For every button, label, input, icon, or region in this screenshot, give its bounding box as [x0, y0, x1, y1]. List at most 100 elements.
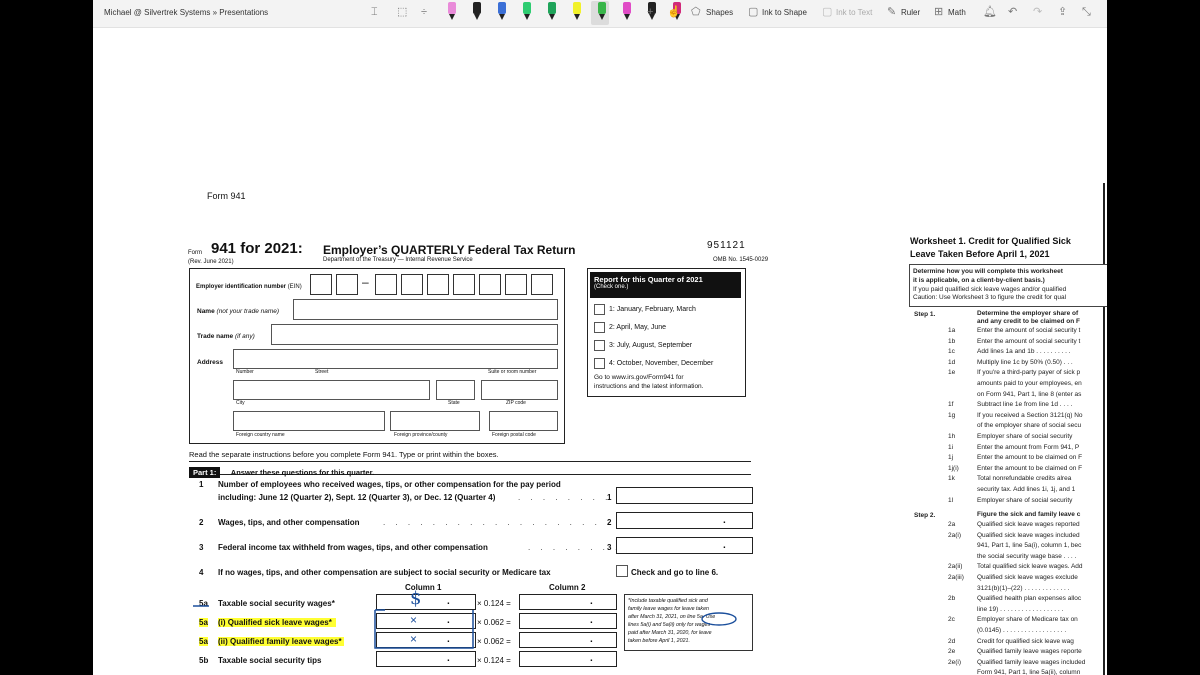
worksheet-line-number: 1j(i): [948, 464, 959, 472]
q4-checkbox[interactable]: [594, 358, 605, 369]
fullscreen-icon[interactable]: ⤡: [1082, 5, 1091, 19]
line1-ref: 1: [607, 493, 612, 502]
ink-to-text-icon[interactable]: ▢: [822, 5, 832, 19]
q3-label: 3: July, August, September: [609, 342, 693, 349]
math-icon[interactable]: ⊞: [934, 5, 943, 19]
line5ai-col2-field[interactable]: .: [519, 613, 617, 629]
trade-name-field[interactable]: [271, 324, 558, 345]
worksheet-line-text: Add lines 1a and 1b . . . . . . . . . .: [977, 348, 1071, 356]
line2-number: 2: [199, 518, 204, 527]
line4-checkbox[interactable]: [616, 565, 628, 577]
pen-tip: [499, 14, 505, 20]
line5ai-rate: × 0.062 =: [477, 618, 511, 627]
worksheet-line-number: 2a(ii): [948, 563, 963, 571]
line5b-col2-field[interactable]: .: [519, 651, 617, 667]
q2-checkbox[interactable]: [594, 322, 605, 333]
q3-checkbox[interactable]: [594, 340, 605, 351]
line1-field[interactable]: [616, 487, 753, 504]
pen-4-icon[interactable]: [523, 2, 531, 20]
zip-field[interactable]: [481, 380, 558, 400]
pen-2-icon[interactable]: [473, 2, 481, 20]
city-field[interactable]: [233, 380, 430, 400]
foreign-province-field[interactable]: [390, 411, 480, 431]
share-icon[interactable]: ⇪: [1058, 5, 1067, 19]
worksheet-line-text: amounts paid to your employees, en: [977, 380, 1082, 387]
worksheet-step1-text-2: and any credit to be claimed on F: [977, 318, 1080, 325]
form-title-number: 941 for 2021:: [211, 240, 303, 257]
undo-icon[interactable]: ↶: [1008, 5, 1017, 19]
line2-field[interactable]: .: [616, 512, 753, 529]
trade-name-label: Trade name: [197, 333, 234, 340]
line5aii-col2-field[interactable]: .: [519, 632, 617, 648]
ein-digit-cell[interactable]: [427, 274, 449, 295]
add-pen-icon[interactable]: +: [647, 5, 653, 19]
ein-digit-cell[interactable]: [336, 274, 358, 295]
worksheet-step2-text-1: Figure the sick and family leave c: [977, 511, 1081, 518]
shapes-icon[interactable]: ⬠: [691, 5, 701, 19]
ruler-button[interactable]: Ruler: [901, 8, 920, 17]
pen-3-icon[interactable]: [498, 2, 506, 20]
worksheet-line-text: Credit for qualified sick leave wag: [977, 637, 1074, 645]
line5aii-text: (ii) Qualified family leave wages*: [218, 637, 344, 646]
foreign-postal-caption: Foreign postal code: [492, 432, 536, 438]
address-street-field[interactable]: [233, 349, 558, 369]
q1-label: 1: January, February, March: [609, 306, 696, 313]
ruler-icon[interactable]: ✎: [887, 5, 896, 19]
name-field[interactable]: [293, 299, 558, 320]
handwritten-underline: [193, 605, 209, 607]
shapes-button[interactable]: Shapes: [706, 8, 733, 17]
worksheet-line-text: Multiply line 1c by 50% (0.50) . . .: [977, 358, 1073, 366]
ein-digit-cell[interactable]: [401, 274, 423, 295]
q1-checkbox[interactable]: [594, 304, 605, 315]
worksheet-line-number: 1a: [948, 327, 956, 334]
part1-tag: Part 1:: [189, 467, 221, 478]
bell-icon[interactable]: 🔔︎: [983, 5, 997, 19]
pen-1-icon[interactable]: [448, 2, 456, 20]
ein-digit-cell[interactable]: [453, 274, 475, 295]
foreign-country-field[interactable]: [233, 411, 385, 431]
worksheet-line-number: 2c: [948, 616, 955, 624]
quarter-header: Report for this Quarter of 2021 (Check o…: [590, 272, 741, 298]
pen-8-icon[interactable]: [623, 2, 631, 20]
page-title: Form 941: [207, 191, 246, 201]
ink-to-shape-button[interactable]: Ink to Shape: [762, 8, 807, 17]
pen-5-icon[interactable]: [548, 2, 556, 20]
worksheet-line-number: 1j: [948, 454, 954, 462]
redo-icon[interactable]: ↷: [1033, 5, 1042, 19]
ein-digit-cell[interactable]: [505, 274, 527, 295]
ein-digit-cell[interactable]: [375, 274, 397, 295]
worksheet-line-text: of the employer share of social secu: [977, 422, 1082, 430]
footnote-line-1: *Include taxable qualified sick and: [628, 598, 708, 604]
line5a-col2-field[interactable]: .: [519, 594, 617, 610]
lasso-icon[interactable]: ⬚: [397, 5, 407, 19]
math-button[interactable]: Math: [948, 8, 966, 17]
foreign-postal-field[interactable]: [489, 411, 558, 431]
state-field[interactable]: [436, 380, 475, 400]
lasso-select-icon[interactable]: ⌶: [371, 5, 378, 19]
breadcrumb: Michael @ Silvertrek Systems » Presentat…: [104, 8, 269, 17]
worksheet-line-text: Qualified health plan expenses alloc: [977, 595, 1082, 603]
ink-to-text-button[interactable]: Ink to Text: [836, 8, 872, 17]
worksheet-line-text: 3121(b)(1)–(22) . . . . . . . . . . . . …: [977, 584, 1070, 592]
ink-to-shape-icon[interactable]: ▢: [748, 5, 758, 19]
pen-7-icon[interactable]: [598, 2, 606, 20]
line1-number: 1: [199, 480, 204, 489]
line4-number: 4: [199, 568, 204, 577]
line5aii-number: 5a: [199, 637, 208, 646]
touch-draw-icon[interactable]: ☝: [667, 5, 681, 19]
line5ai-number: 5a: [199, 618, 208, 627]
worksheet-line-number: 1f: [948, 401, 954, 409]
worksheet-line-text: Qualified sick leave wages exclude: [977, 574, 1078, 581]
trade-name-hint: (if any): [234, 333, 255, 340]
ein-digit-cell[interactable]: [531, 274, 553, 295]
pen-6-icon[interactable]: [573, 2, 581, 20]
ein-digit-cell[interactable]: [479, 274, 501, 295]
footnote-line-6: taken before April 1, 2021.: [628, 638, 690, 644]
worksheet-line-text: Total qualified sick leave wages. Add: [977, 563, 1083, 571]
worksheet-line-number: 2a: [948, 521, 956, 528]
line3-field[interactable]: .: [616, 537, 753, 554]
line2-ref: 2: [607, 518, 612, 527]
instructions-link[interactable]: Go to www.irs.gov/Form941 for: [594, 374, 684, 381]
insert-space-icon[interactable]: ÷: [421, 5, 427, 19]
ein-digit-cell[interactable]: [310, 274, 332, 295]
